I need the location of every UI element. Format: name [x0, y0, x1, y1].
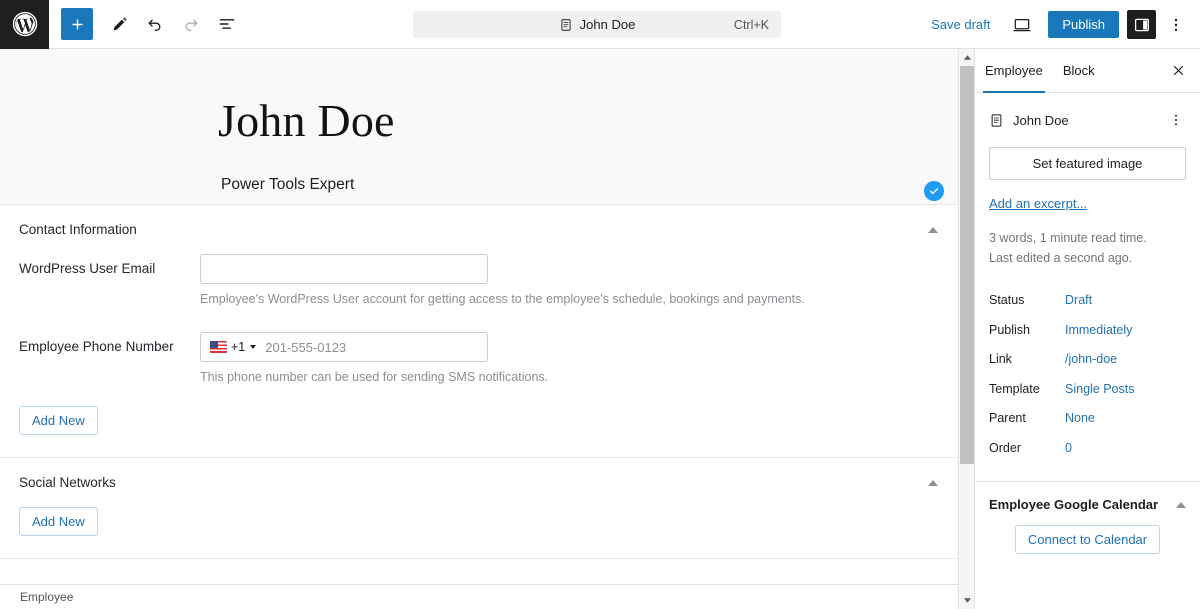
check-circle-icon	[924, 181, 944, 201]
editor-stage: John Doe Power Tools Expert Contact Info…	[0, 49, 1200, 609]
tab-label: Block	[1062, 63, 1095, 78]
editor-options-kebab-icon[interactable]	[1160, 9, 1192, 41]
desktop-preview-icon[interactable]	[1004, 7, 1040, 43]
add-new-social-button[interactable]: Add New	[19, 507, 98, 536]
meta-value[interactable]: /john-doe	[1065, 352, 1117, 366]
save-draft-button[interactable]: Save draft	[921, 11, 1000, 38]
scroll-up-icon[interactable]	[959, 49, 975, 66]
tools-pencil-icon[interactable]	[101, 6, 137, 42]
command-bar-title: John Doe	[579, 17, 636, 32]
chevron-up-icon[interactable]	[928, 226, 938, 233]
document-icon	[559, 18, 573, 32]
sidebar-document-title: John Doe	[1013, 112, 1069, 128]
meta-row-order: Order 0	[989, 433, 1186, 463]
document-icon	[989, 113, 1004, 128]
section-body: WordPress User Email Employee's WordPres…	[0, 254, 958, 457]
meta-row-parent: Parent None	[989, 403, 1186, 433]
scrollbar-thumb[interactable]	[960, 66, 974, 464]
meta-value[interactable]: Single Posts	[1065, 382, 1134, 396]
connect-to-calendar-button[interactable]: Connect to Calendar	[1014, 525, 1161, 555]
field-help-text: This phone number can be used for sendin…	[200, 370, 549, 384]
us-flag-icon	[210, 341, 227, 353]
wordpress-user-email-input[interactable]	[200, 254, 488, 284]
set-featured-image-button[interactable]: Set featured image	[989, 147, 1186, 180]
editor-canvas-column: John Doe Power Tools Expert Contact Info…	[0, 49, 958, 609]
field-employee-phone-number: Employee Phone Number +1 201-555-0123 Th…	[19, 332, 938, 384]
meta-row-status: Status Draft	[989, 285, 1186, 315]
settings-sidebar-icon[interactable]	[1127, 10, 1156, 39]
tab-employee[interactable]: Employee	[975, 49, 1053, 93]
section-title: Social Networks	[19, 475, 116, 490]
meta-value[interactable]: 0	[1065, 441, 1072, 455]
section-social-networks: Social Networks Add New	[0, 458, 958, 559]
settings-sidebar: Employee Block John Doe Set featured ima…	[974, 49, 1200, 609]
close-icon[interactable]	[1162, 55, 1194, 87]
country-code-selector[interactable]: +1	[201, 333, 263, 361]
section-header[interactable]: Social Networks	[0, 458, 958, 507]
field-control: Employee's WordPress User account for ge…	[200, 254, 938, 306]
section-body: Add New	[0, 507, 958, 558]
field-control: +1 This phone number can be used for sen…	[200, 332, 938, 384]
editor-scrollbar[interactable]	[958, 49, 975, 609]
field-label: WordPress User Email	[19, 261, 156, 276]
sidebar-summary: Set featured image Add an excerpt... 3 w…	[975, 147, 1200, 462]
section-header[interactable]: Contact Information	[0, 205, 958, 254]
phone-input-group: +1	[200, 332, 488, 362]
editor-top-bar: John Doe Ctrl+K Save draft Publish	[0, 0, 1200, 49]
sidebar-document-row[interactable]: John Doe	[975, 93, 1200, 147]
panel-employee-google-calendar: Employee Google Calendar Connect to Cale…	[975, 481, 1200, 572]
meta-key: Link	[989, 352, 1012, 366]
meta-value[interactable]: Immediately	[1065, 323, 1132, 337]
post-meta-list: Status Draft Publish Immediately Link /j…	[989, 285, 1186, 462]
sidebar-tabs: Employee Block	[975, 49, 1200, 93]
breadcrumb[interactable]: Employee	[20, 590, 73, 604]
field-label: Employee Phone Number	[19, 339, 174, 354]
section-contact-information: Contact Information WordPress User Email…	[0, 205, 958, 458]
field-help-text: Employee's WordPress User account for ge…	[200, 292, 805, 306]
command-bar-shortcut: Ctrl+K	[733, 17, 769, 32]
list-view-icon[interactable]	[209, 6, 245, 42]
tab-label: Employee	[985, 63, 1043, 78]
redo-icon[interactable]	[173, 6, 209, 42]
chevron-down-icon	[250, 345, 257, 349]
document-options-kebab-icon[interactable]	[1160, 104, 1192, 136]
meta-key: Status	[989, 293, 1025, 307]
meta-key: Parent	[989, 411, 1026, 425]
post-subtitle[interactable]: Power Tools Expert	[0, 176, 958, 194]
add-new-contact-button[interactable]: Add New	[19, 406, 98, 435]
meta-key: Order	[989, 440, 1021, 455]
meta-value[interactable]: Draft	[1065, 293, 1092, 307]
editor-bottom-bar: Employee	[0, 584, 958, 609]
meta-value[interactable]: None	[1065, 411, 1095, 425]
toolbar-left-group	[49, 6, 245, 42]
meta-row-link: Link /john-doe	[989, 344, 1186, 374]
employee-phone-number-input[interactable]	[263, 333, 487, 361]
last-edited-note: Last edited a second ago.	[989, 251, 1133, 266]
chevron-up-icon[interactable]	[928, 479, 938, 486]
add-excerpt-link[interactable]: Add an excerpt...	[989, 196, 1087, 211]
panel-body: Connect to Calendar	[975, 525, 1200, 572]
scroll-down-icon[interactable]	[959, 592, 975, 609]
wordpress-logo-icon[interactable]	[0, 0, 49, 49]
section-title: Contact Information	[19, 222, 137, 237]
dial-code: +1	[231, 340, 246, 354]
tab-block[interactable]: Block	[1053, 49, 1105, 93]
publish-button[interactable]: Publish	[1048, 11, 1119, 38]
meta-row-template: Template Single Posts	[989, 374, 1186, 404]
panel-header[interactable]: Employee Google Calendar	[975, 482, 1200, 525]
post-header-area: John Doe Power Tools Expert	[0, 49, 958, 205]
command-bar[interactable]: John Doe Ctrl+K	[413, 11, 781, 38]
undo-icon[interactable]	[137, 6, 173, 42]
word-count-note: 3 words, 1 minute read time.	[989, 231, 1147, 245]
toolbar-right-group: Save draft Publish	[921, 0, 1192, 49]
meta-key: Template	[989, 381, 1040, 396]
chevron-up-icon[interactable]	[1176, 501, 1186, 508]
add-block-button[interactable]	[61, 8, 93, 40]
page-title[interactable]: John Doe	[0, 95, 958, 148]
meta-row-publish: Publish Immediately	[989, 315, 1186, 345]
panel-title: Employee Google Calendar	[989, 497, 1159, 513]
meta-key: Publish	[989, 322, 1030, 337]
field-wordpress-user-email: WordPress User Email Employee's WordPres…	[19, 254, 938, 306]
